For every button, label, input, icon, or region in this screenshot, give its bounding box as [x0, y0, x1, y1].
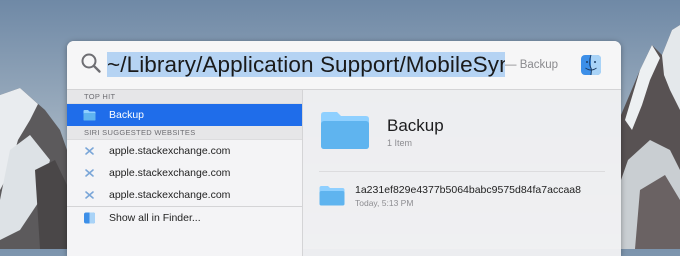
result-label: apple.stackexchange.com [109, 145, 231, 157]
show-all-in-finder[interactable]: Show all in Finder... [67, 206, 302, 230]
result-website[interactable]: apple.stackexchange.com [67, 162, 302, 184]
stackexchange-icon [85, 191, 94, 199]
preview-pane: Backup 1 Item 1a231ef829e4377b5064babc95… [303, 90, 621, 256]
section-header-siri-websites: SIRI SUGGESTED WEBSITES [67, 126, 302, 140]
stackexchange-icon [85, 147, 94, 155]
section-header-top-hit: TOP HIT [67, 90, 302, 104]
finder-icon [581, 54, 601, 76]
spotlight-window: ~/Library/Application Support/MobileSync… [67, 41, 621, 256]
folder-icon [83, 110, 96, 121]
search-completion-hint: — Backup [505, 59, 559, 71]
divider [319, 171, 605, 172]
folder-icon [321, 112, 369, 149]
result-label: apple.stackexchange.com [109, 167, 231, 179]
show-all-label: Show all in Finder... [109, 212, 201, 224]
result-label: Backup [109, 109, 145, 121]
finder-icon [84, 212, 95, 224]
preview-item-name[interactable]: 1a231ef829e4377b5064babc9575d84fa7accaa8 [355, 184, 581, 196]
preview-title: Backup [387, 116, 444, 135]
preview-item-count: 1 Item [387, 138, 413, 148]
folder-icon[interactable] [319, 185, 345, 206]
search-icon [81, 53, 101, 73]
preview-item-date: Today, 5:13 PM [355, 198, 414, 208]
search-input[interactable]: ~/Library/Application Support/MobileSync… [107, 51, 505, 79]
result-backup-folder[interactable]: Backup [67, 104, 302, 126]
result-website[interactable]: apple.stackexchange.com [67, 184, 302, 206]
result-label: apple.stackexchange.com [109, 189, 231, 201]
search-bar: ~/Library/Application Support/MobileSync… [67, 41, 621, 90]
results-list: TOP HIT Backup SIRI SUGGESTED WEBSITES a… [67, 90, 303, 256]
result-website[interactable]: apple.stackexchange.com [67, 140, 302, 162]
stackexchange-icon [85, 169, 94, 177]
search-query-text: ~/Library/Application Support/MobileSync… [107, 52, 505, 77]
